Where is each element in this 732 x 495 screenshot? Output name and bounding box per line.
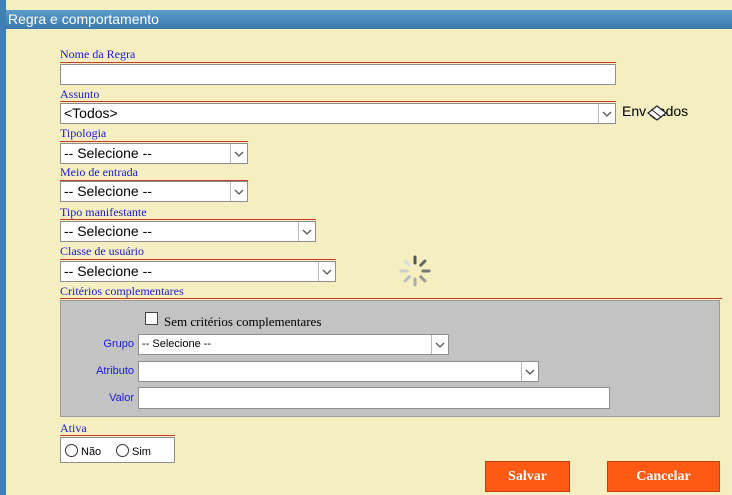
chevron-down-icon [298, 222, 315, 241]
valor-input[interactable] [138, 387, 610, 409]
valor-label: Valor [109, 392, 134, 404]
section-title: Regra e comportamento [8, 11, 159, 27]
assunto-label: Assunto [60, 87, 100, 101]
chevron-down-icon [318, 262, 335, 281]
chevron-down-icon [598, 104, 615, 123]
sim-radio[interactable] [116, 444, 129, 457]
ativa-radio-group: Não Sim [60, 437, 175, 463]
tipo-manifestante-value: -- Selecione -- [64, 223, 152, 239]
grupo-value: -- Selecione -- [142, 338, 212, 350]
meio-entrada-label: Meio de entrada [60, 165, 138, 179]
sem-criterios-label: Sem critérios complementares [164, 314, 322, 329]
classe-usuario-value: -- Selecione -- [64, 263, 152, 279]
left-frame-border [0, 0, 6, 495]
classe-usuario-select[interactable]: -- Selecione -- [60, 261, 336, 282]
grupo-label: Grupo [103, 338, 134, 350]
assunto-select[interactable]: <Todos> [60, 103, 616, 124]
tipo-manifestante-select[interactable]: -- Selecione -- [60, 221, 316, 242]
criterios-label: Critérios complementares [60, 284, 184, 298]
classe-usuario-label: Classe de usuário [60, 244, 144, 258]
eraser-icon[interactable] [646, 104, 668, 126]
grupo-select[interactable]: -- Selecione -- [138, 334, 449, 355]
tipo-manifestante-label: Tipo manifestante [60, 205, 147, 219]
tipologia-select[interactable]: -- Selecione -- [60, 143, 248, 164]
assunto-underline [60, 101, 616, 102]
sem-criterios-checkbox[interactable] [145, 312, 158, 325]
meio-entrada-value: -- Selecione -- [64, 183, 152, 199]
tipologia-underline [60, 141, 248, 142]
meio-entrada-select[interactable]: -- Selecione -- [60, 181, 248, 202]
nome-regra-input[interactable] [60, 64, 616, 85]
sim-label: Sim [132, 446, 151, 458]
ativa-label: Ativa [60, 421, 87, 435]
criterios-underline [60, 298, 722, 299]
cancel-button[interactable]: Cancelar [607, 461, 720, 492]
classe-usuario-underline [60, 259, 336, 260]
tipo-manifestante-underline [60, 219, 316, 220]
ativa-underline [60, 435, 175, 436]
section-title-bar: Regra e comportamento [6, 10, 732, 29]
tipologia-value: -- Selecione -- [64, 145, 152, 161]
chevron-down-icon [521, 362, 538, 381]
nome-regra-underline [60, 62, 616, 63]
chevron-down-icon [431, 335, 448, 354]
chevron-down-icon [230, 182, 247, 201]
nao-radio[interactable] [65, 444, 78, 457]
assunto-value: <Todos> [64, 105, 118, 121]
save-button[interactable]: Salvar [485, 461, 570, 492]
loading-spinner-icon [398, 254, 432, 293]
nao-label: Não [81, 446, 102, 458]
atributo-label: Atributo [96, 365, 134, 377]
tipologia-label: Tipologia [60, 126, 107, 140]
nome-regra-label: Nome da Regra [60, 47, 136, 61]
chevron-down-icon [230, 144, 247, 163]
atributo-select[interactable] [138, 361, 539, 382]
